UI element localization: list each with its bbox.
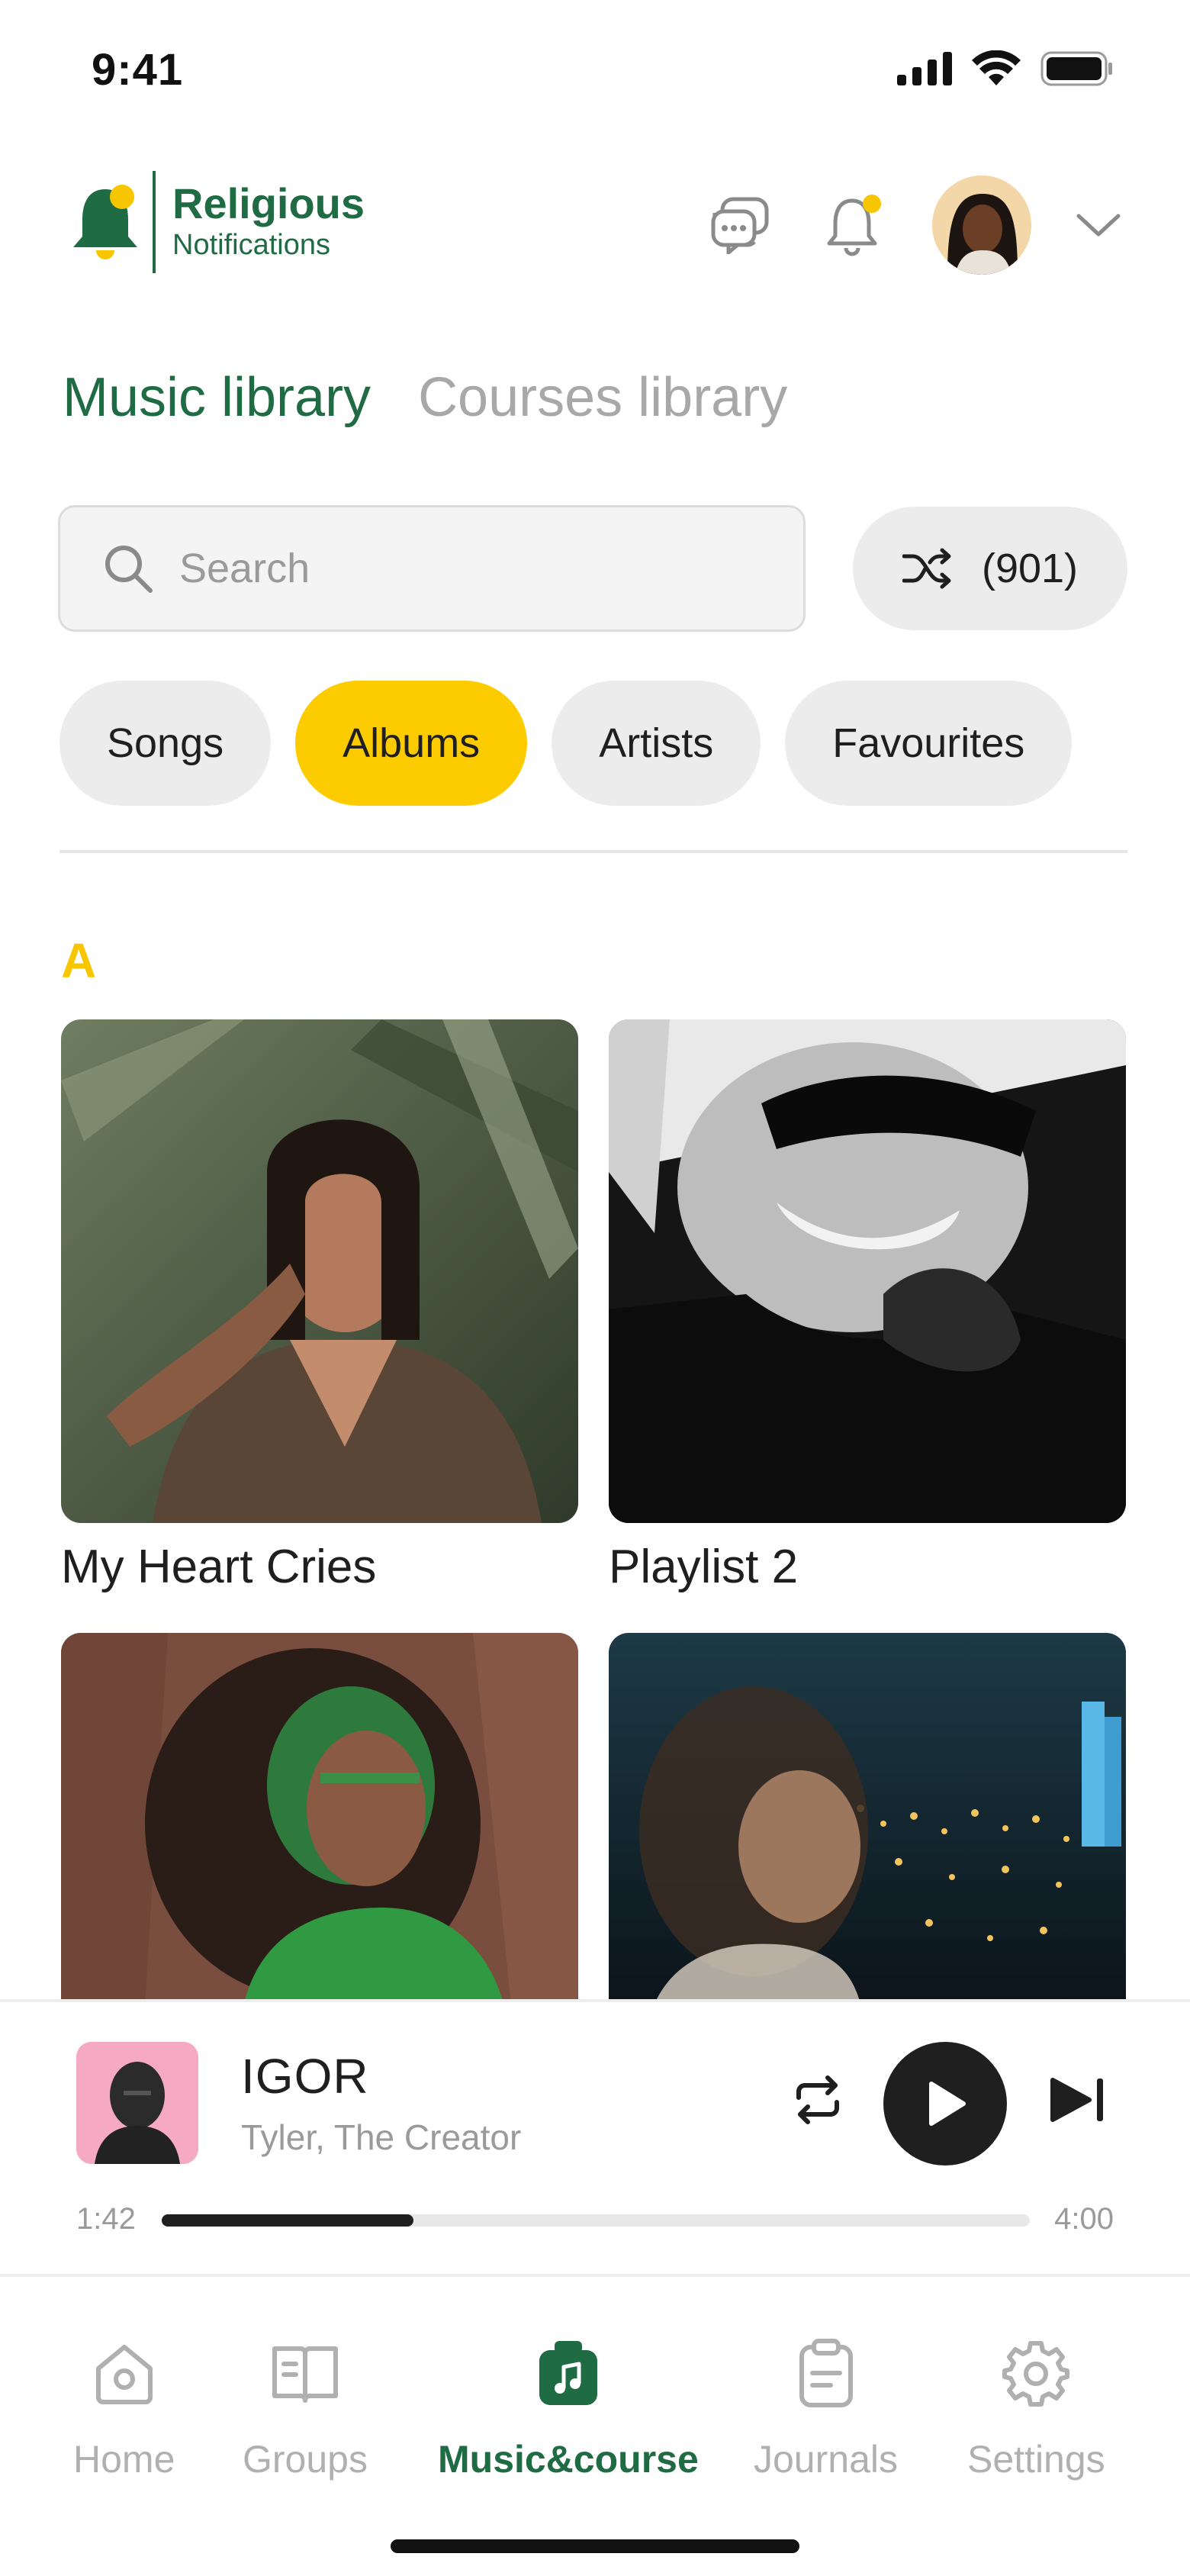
avatar[interactable] [932,175,1031,275]
search-placeholder: Search [179,546,310,591]
skip-next-icon [1050,2078,1103,2122]
total-time: 4:00 [1054,2202,1114,2236]
player-track-title: IGOR [241,2049,369,2104]
repeat-icon [796,2075,839,2124]
nav-item-music-course[interactable]: Music&course [438,2336,699,2481]
library-tabs: Music library Courses library [63,366,787,429]
shuffle-icon [902,548,951,589]
album-card[interactable] [61,1633,578,2021]
logo-title: Religious [172,179,365,228]
wifi-icon [972,50,1021,85]
nav-label: Home [73,2438,175,2481]
chip-albums[interactable]: Albums [295,681,528,806]
nav-label: Settings [967,2438,1105,2481]
notifications-button[interactable] [819,191,888,259]
chip-artists[interactable]: Artists [552,681,761,806]
nav-item-groups[interactable]: Groups [243,2336,368,2481]
album-card[interactable]: My Heart Cries [61,1019,578,1594]
filter-chips: Songs Albums Artists Favourites [60,681,1073,806]
music-bag-icon [532,2336,605,2410]
nav-item-journals[interactable]: Journals [754,2336,898,2481]
shuffle-button[interactable]: (901) [853,507,1127,630]
home-icon [88,2336,161,2410]
clipboard-icon [790,2336,863,2410]
nav-label: Groups [243,2438,368,2481]
play-button[interactable] [883,2042,1007,2165]
album-card[interactable] [609,1633,1126,2021]
repeat-button[interactable] [786,2068,850,2132]
status-icons [897,50,1114,87]
app-logo[interactable]: Religious Notifications [69,171,365,273]
current-time: 1:42 [76,2202,136,2236]
status-bar: 9:41 [0,0,1190,137]
account-menu-button[interactable] [1076,191,1121,259]
nav-item-settings[interactable]: Settings [967,2336,1105,2481]
tab-music-library[interactable]: Music library [63,366,371,429]
app-header: Religious Notifications [0,160,1190,298]
player-artist: Tyler, The Creator [241,2117,522,2157]
gear-icon [999,2336,1073,2410]
album-cover-image [61,1019,578,1523]
mini-player[interactable]: IGOR Tyler, The Creator 1:42 4:00 [0,1999,1190,2274]
home-indicator [391,2539,799,2553]
search-icon [105,546,153,593]
search-input[interactable]: Search [58,505,806,632]
header-actions [706,175,1121,275]
player-album-art [76,2042,198,2164]
album-cover-image [609,1633,1126,2004]
bell-logo-icon [69,180,142,264]
progress-bar[interactable] [162,2214,1030,2227]
section-letter: A [61,933,97,988]
divider [60,850,1127,853]
tab-courses-library[interactable]: Courses library [418,366,787,429]
logo-text: Religious Notifications [172,182,365,262]
chip-songs[interactable]: Songs [60,681,272,806]
shuffle-count: (901) [981,546,1079,591]
next-button[interactable] [1045,2068,1109,2132]
battery-icon [1040,51,1112,86]
chat-button[interactable] [706,191,775,259]
nav-item-home[interactable]: Home [73,2336,175,2481]
play-icon [929,2082,966,2126]
chat-icon [711,197,769,254]
nav-label: Music&course [438,2438,699,2481]
album-cover-image [61,1633,578,2004]
progress-fill [162,2214,414,2227]
album-card[interactable]: Playlist 2 [609,1019,1126,1594]
chip-favourites[interactable]: Favourites [785,681,1073,806]
chevron-down-icon [1076,214,1121,237]
logo-subtitle: Notifications [172,229,330,262]
album-title: Playlist 2 [609,1541,799,1593]
book-icon [269,2336,342,2410]
signal-icon [897,52,952,85]
nav-label: Journals [754,2438,898,2481]
album-title: My Heart Cries [61,1541,377,1593]
search-row: Search (901) [58,505,1127,632]
status-time: 9:41 [92,45,184,95]
album-cover-image [609,1019,1126,1523]
notification-bell-icon [827,195,881,256]
bottom-nav: Home Groups Music&course Journals Settin… [0,2274,1190,2576]
logo-divider [153,171,156,273]
